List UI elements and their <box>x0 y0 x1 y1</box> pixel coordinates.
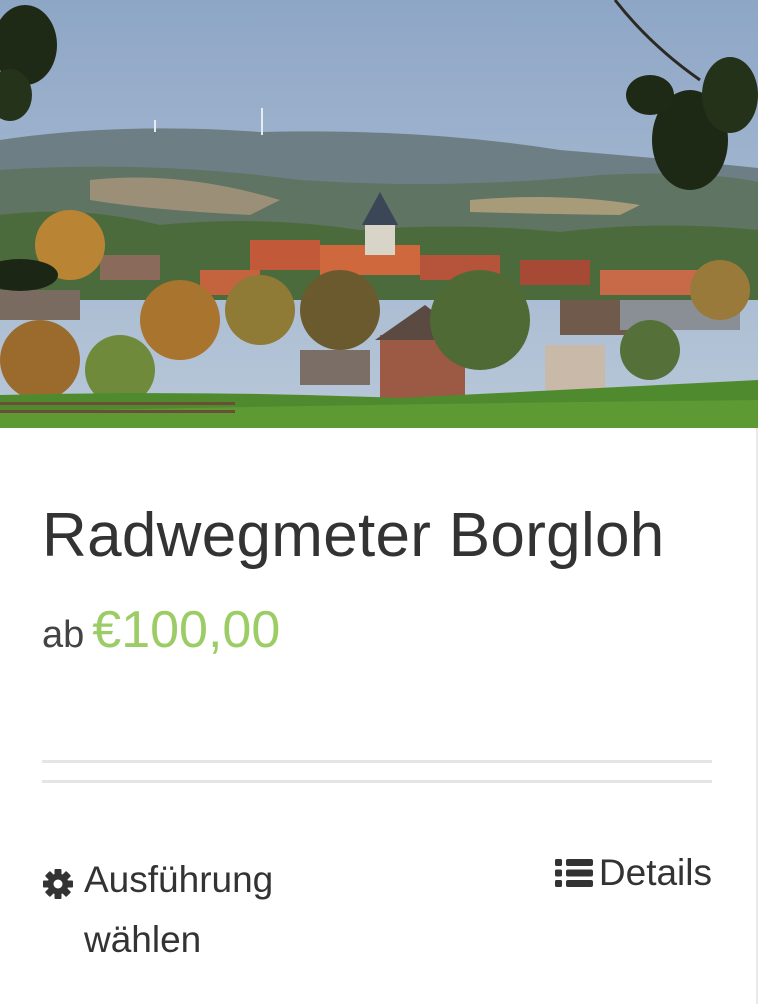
select-options-button[interactable]: Ausführung wählen <box>42 850 322 970</box>
list-icon <box>554 857 593 889</box>
price-prefix: ab <box>42 614 85 656</box>
divider <box>42 760 712 763</box>
divider <box>42 780 712 783</box>
gear-icon <box>42 858 74 918</box>
product-image[interactable] <box>0 0 758 428</box>
details-label: Details <box>598 852 712 893</box>
product-card: Radwegmeter Borgloh ab €100,00 Ausführun… <box>0 0 758 1004</box>
details-button[interactable]: Details <box>554 850 712 896</box>
select-options-label: Ausführung wählen <box>84 859 274 960</box>
product-title[interactable]: Radwegmeter Borgloh <box>42 500 665 571</box>
product-price: ab €100,00 <box>42 600 280 660</box>
price-amount: €100,00 <box>92 601 281 659</box>
